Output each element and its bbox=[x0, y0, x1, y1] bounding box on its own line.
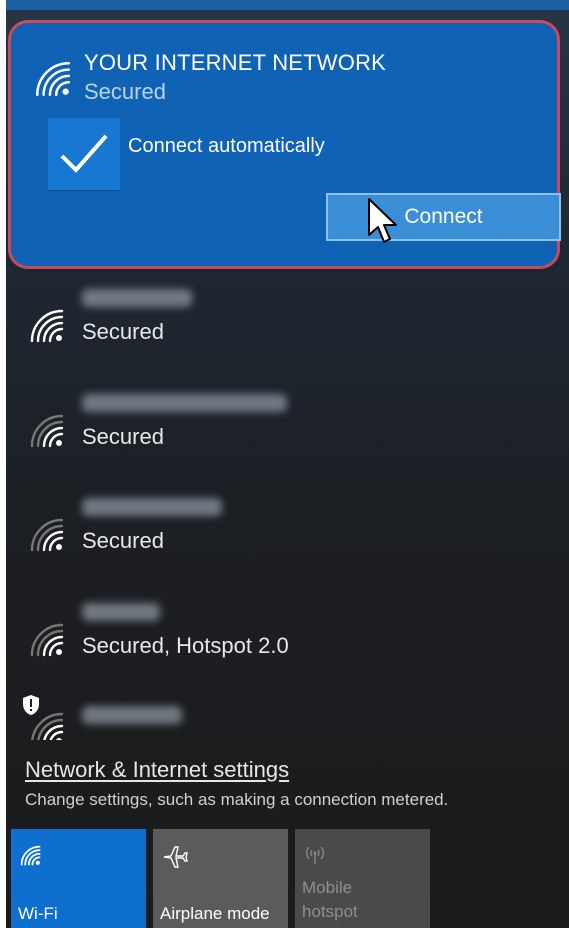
network-list-item[interactable]: Secured bbox=[6, 388, 569, 488]
network-status: Secured bbox=[84, 79, 166, 104]
mobile-hotspot-icon bbox=[306, 846, 324, 864]
network-status: Secured, Hotspot 2.0 bbox=[82, 633, 289, 658]
connect-automatically-label: Connect automatically bbox=[128, 135, 325, 157]
network-name-redacted bbox=[82, 603, 160, 621]
airplane-icon bbox=[163, 846, 188, 868]
wifi-icon bbox=[30, 309, 64, 343]
airplane-mode-tile[interactable]: Airplane mode bbox=[153, 829, 288, 928]
wifi-icon bbox=[36, 62, 71, 97]
network-name-redacted bbox=[82, 394, 287, 412]
checkmark-icon bbox=[60, 134, 108, 173]
flyout-top-strip bbox=[6, 0, 569, 10]
tile-label: Mobile hotspot bbox=[302, 878, 358, 921]
tile-label: Airplane mode bbox=[160, 904, 270, 923]
mouse-cursor-icon bbox=[368, 198, 397, 243]
network-name: YOUR INTERNET NETWORK bbox=[84, 50, 387, 75]
connect-button[interactable]: Connect bbox=[326, 193, 561, 241]
active-network-item[interactable]: YOUR INTERNET NETWORK Secured Connect au… bbox=[8, 20, 561, 269]
wifi-icon bbox=[30, 414, 64, 448]
network-name-redacted bbox=[82, 498, 222, 516]
network-list-item[interactable] bbox=[6, 700, 569, 740]
network-status: Secured bbox=[82, 528, 164, 553]
wifi-icon bbox=[30, 518, 64, 552]
network-status: Secured bbox=[82, 424, 164, 449]
network-list-item[interactable]: Secured bbox=[6, 283, 569, 383]
network-name-redacted bbox=[82, 289, 192, 307]
mobile-hotspot-tile[interactable]: Mobile hotspot bbox=[295, 829, 430, 928]
network-internet-settings-link[interactable]: Network & Internet settings bbox=[25, 757, 289, 783]
settings-description: Change settings, such as making a connec… bbox=[25, 790, 449, 809]
network-name-redacted bbox=[82, 706, 182, 724]
wifi-icon bbox=[30, 623, 64, 657]
wifi-toggle-tile[interactable]: Wi-Fi bbox=[11, 829, 146, 928]
shield-warning-icon bbox=[23, 695, 39, 715]
tile-label: Wi-Fi bbox=[18, 904, 58, 923]
wifi-icon bbox=[20, 845, 41, 866]
network-flyout: YOUR INTERNET NETWORK Secured Connect au… bbox=[6, 0, 569, 928]
network-list-item[interactable]: Secured, Hotspot 2.0 bbox=[6, 597, 569, 697]
network-list-item[interactable]: Secured bbox=[6, 492, 569, 592]
connect-automatically-checkbox[interactable] bbox=[48, 118, 120, 190]
network-status: Secured bbox=[82, 319, 164, 344]
